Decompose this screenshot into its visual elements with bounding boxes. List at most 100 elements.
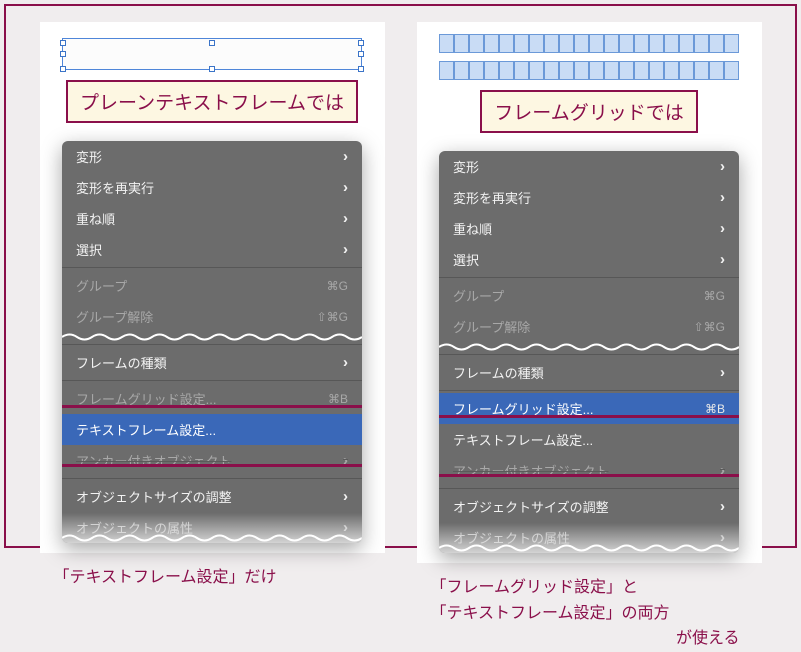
grid-cell — [544, 61, 559, 80]
menu-label: 重ね順 — [453, 219, 492, 238]
menu-label: グループ — [453, 286, 504, 305]
menu-separator — [62, 267, 362, 268]
grid-cell — [604, 61, 619, 80]
highlight-callout-box — [439, 415, 739, 477]
menu-arrange[interactable]: 重ね順 — [439, 213, 739, 244]
menu-repeat-transform[interactable]: 変形を再実行 — [439, 182, 739, 213]
grid-gap — [439, 53, 739, 61]
grid-cell — [454, 34, 469, 53]
grid-cell — [574, 34, 589, 53]
plain-text-frame-visual — [62, 38, 362, 70]
menu-select[interactable]: 選択 — [439, 244, 739, 275]
menu-label: オブジェクトサイズの調整 — [453, 497, 609, 516]
grid-cell — [619, 61, 634, 80]
right-caption-line2: 「テキストフレーム設定」の両方 — [417, 601, 762, 627]
grid-cell — [529, 34, 544, 53]
menu-label: オブジェクトサイズの調整 — [76, 487, 232, 506]
menu-group: グループ ⌘G — [62, 270, 362, 301]
menu-separator — [62, 478, 362, 479]
selection-handle — [209, 40, 215, 46]
wavy-cut-icon — [62, 332, 362, 342]
grid-cell — [724, 34, 739, 53]
grid-cell — [664, 61, 679, 80]
grid-cell — [724, 61, 739, 80]
right-caption-line3: が使える — [417, 626, 762, 652]
frame-grid-visual — [439, 34, 739, 80]
menu-label: 変形 — [453, 157, 479, 176]
context-menu-right: 変形 変形を再実行 重ね順 選択 グループ ⌘G — [439, 151, 739, 553]
grid-cell — [559, 34, 574, 53]
menu-separator — [439, 488, 739, 489]
grid-cell — [439, 61, 454, 80]
grid-cell — [604, 34, 619, 53]
selection-handle — [358, 40, 364, 46]
left-panel: プレーンテキストフレームでは 変形 変形を再実行 重ね順 選択 — [40, 22, 385, 591]
grid-cell — [484, 34, 499, 53]
menu-separator — [439, 390, 739, 391]
menu-arrange[interactable]: 重ね順 — [62, 203, 362, 234]
menu-label: 変形を再実行 — [453, 188, 531, 207]
grid-cell — [679, 34, 694, 53]
chevron-right-icon — [720, 251, 725, 268]
grid-cell — [514, 61, 529, 80]
grid-cell — [694, 34, 709, 53]
menu-label: グループ解除 — [76, 307, 153, 326]
menu-transform[interactable]: 変形 — [62, 141, 362, 172]
left-caption: 「テキストフレーム設定」だけ — [40, 565, 385, 591]
grid-cell — [514, 34, 529, 53]
right-panel: フレームグリッドでは 変形 変形を再実行 重ね順 選択 — [417, 22, 762, 652]
grid-cell — [529, 61, 544, 80]
menu-frame-type[interactable]: フレームの種類 — [62, 347, 362, 378]
grid-cell — [469, 34, 484, 53]
grid-row — [439, 61, 739, 80]
comparison-container: プレーンテキストフレームでは 変形 変形を再実行 重ね順 選択 — [4, 4, 797, 548]
menu-label: 変形 — [76, 147, 102, 166]
grid-cell — [559, 61, 574, 80]
grid-cell — [589, 34, 604, 53]
left-title: プレーンテキストフレームでは — [66, 80, 358, 123]
menu-object-size-adjust[interactable]: オブジェクトサイズの調整 — [439, 491, 739, 522]
selection-handle — [60, 40, 66, 46]
grid-cell — [484, 61, 499, 80]
wavy-cut-icon — [439, 342, 739, 352]
menu-shortcut: ⇧⌘G — [694, 320, 725, 334]
menu-ungroup: グループ解除 ⇧⌘G — [62, 301, 362, 332]
chevron-right-icon — [343, 210, 348, 227]
context-menu-left: 変形 変形を再実行 重ね順 選択 グループ ⌘G — [62, 141, 362, 543]
grid-cell — [589, 61, 604, 80]
grid-cell — [499, 34, 514, 53]
chevron-right-icon — [720, 158, 725, 175]
menu-shortcut: ⌘B — [705, 402, 725, 416]
chevron-right-icon — [343, 354, 348, 371]
right-title: フレームグリッドでは — [480, 90, 697, 133]
chevron-right-icon — [720, 220, 725, 237]
menu-frame-type[interactable]: フレームの種類 — [439, 357, 739, 388]
chevron-right-icon — [343, 488, 348, 505]
grid-cell — [499, 61, 514, 80]
menu-label: 選択 — [453, 250, 479, 269]
menu-label: グループ解除 — [453, 317, 530, 336]
grid-cell — [709, 61, 724, 80]
grid-cell — [619, 34, 634, 53]
menu-label: 選択 — [76, 240, 102, 259]
menu-transform[interactable]: 変形 — [439, 151, 739, 182]
menu-label: フレームの種類 — [453, 363, 544, 382]
menu-object-size-adjust[interactable]: オブジェクトサイズの調整 — [62, 481, 362, 512]
menu-separator — [62, 344, 362, 345]
grid-cell — [649, 34, 664, 53]
menu-select[interactable]: 選択 — [62, 234, 362, 265]
grid-cell — [679, 61, 694, 80]
chevron-right-icon — [720, 189, 725, 206]
menu-label: 変形を再実行 — [76, 178, 154, 197]
grid-cell — [469, 61, 484, 80]
grid-cell — [649, 61, 664, 80]
grid-cell — [454, 61, 469, 80]
menu-label: グループ — [76, 276, 127, 295]
right-screenshot-bg: フレームグリッドでは 変形 変形を再実行 重ね順 選択 — [417, 22, 762, 563]
right-caption-line1: 「フレームグリッド設定」と — [417, 575, 762, 601]
selection-handle — [60, 66, 66, 72]
highlight-callout-box — [62, 405, 362, 467]
grid-cell — [634, 61, 649, 80]
menu-ungroup: グループ解除 ⇧⌘G — [439, 311, 739, 342]
menu-repeat-transform[interactable]: 変形を再実行 — [62, 172, 362, 203]
